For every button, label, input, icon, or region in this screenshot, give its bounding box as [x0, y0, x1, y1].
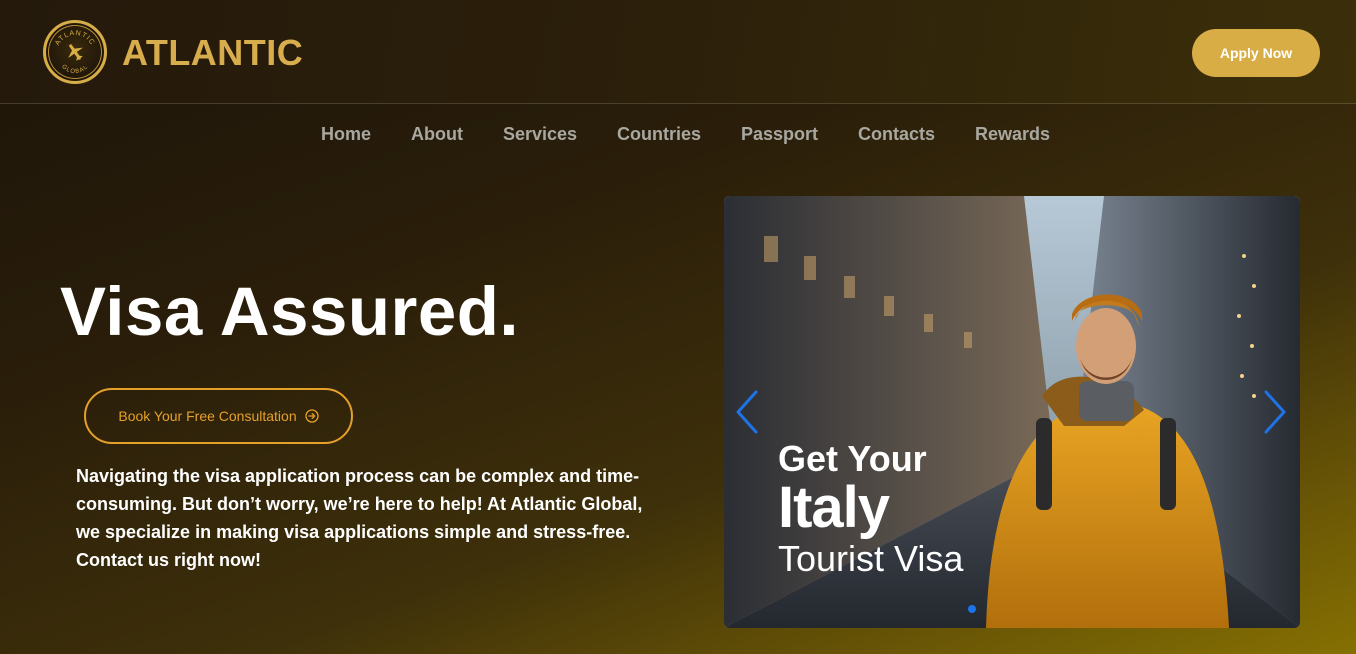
- nav-item-about[interactable]: About: [411, 124, 463, 145]
- main-nav: Home About Services Countries Passport C…: [0, 124, 1356, 146]
- chevron-left-icon[interactable]: [732, 388, 762, 436]
- brand-logo[interactable]: ATLANTIC GLOBAL: [43, 20, 107, 84]
- svg-text:GLOBAL: GLOBAL: [60, 64, 89, 75]
- svg-text:ATLANTIC: ATLANTIC: [54, 30, 96, 47]
- nav-item-passport[interactable]: Passport: [741, 124, 818, 145]
- hero-description: Navigating the visa application process …: [76, 466, 643, 570]
- hero-carousel[interactable]: Get Your Italy Tourist Visa: [724, 196, 1300, 628]
- nav-item-contacts[interactable]: Contacts: [858, 124, 935, 145]
- book-consultation-label: Book Your Free Consultation: [118, 408, 297, 424]
- apply-now-button[interactable]: Apply Now: [1192, 29, 1320, 77]
- arrow-right-circle-icon: [304, 409, 319, 423]
- book-consultation-button[interactable]: Book Your Free Consultation: [84, 388, 353, 444]
- slide-heading-line3: Tourist Visa: [778, 538, 964, 579]
- nav-item-countries[interactable]: Countries: [617, 124, 701, 145]
- carousel-indicator-dot[interactable]: [968, 605, 976, 613]
- airplane-icon: ATLANTIC GLOBAL: [54, 30, 96, 75]
- nav-item-home[interactable]: Home: [321, 124, 371, 145]
- brand-name[interactable]: ATLANTIC: [122, 32, 303, 74]
- site-header: ATLANTIC GLOBAL ATLANTIC Apply Now: [0, 0, 1356, 104]
- nav-item-rewards[interactable]: Rewards: [975, 124, 1050, 145]
- nav-item-services[interactable]: Services: [503, 124, 577, 145]
- hero-title: Visa Assured.: [60, 273, 520, 350]
- slide-heading-line2: Italy: [778, 475, 890, 540]
- chevron-right-icon[interactable]: [1260, 388, 1290, 436]
